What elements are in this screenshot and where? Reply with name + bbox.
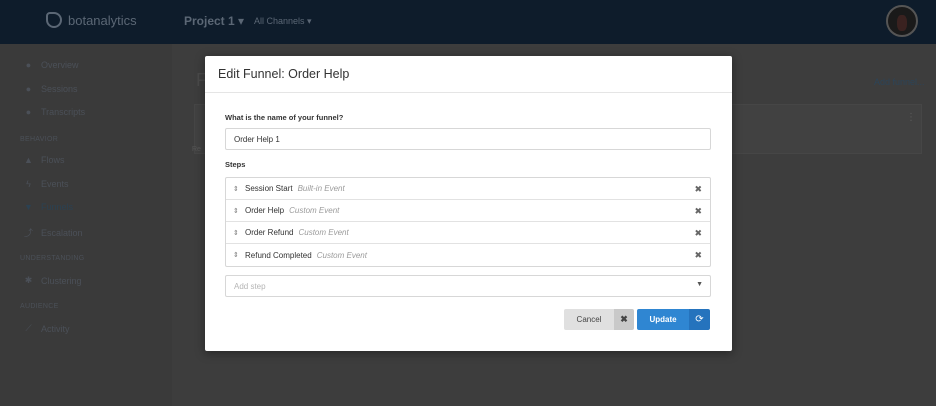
top-bar: botanalytics Project 1 ▾ All Channels ▾ (0, 0, 936, 44)
remove-icon[interactable]: ✖ (694, 250, 702, 261)
section-heading-behavior: BEHAVIOR (20, 136, 59, 143)
sidebar-item-label: Transcripts (41, 107, 86, 117)
remove-icon[interactable]: ✖ (694, 206, 702, 217)
sessions-icon: ● (25, 84, 32, 94)
close-icon: ✖ (614, 309, 634, 330)
overview-icon: ● (25, 60, 32, 70)
section-heading-audience: AUDIENCE (20, 303, 59, 310)
steps-label: Steps (225, 160, 246, 169)
add-step-select[interactable]: Add step ▼ (225, 275, 711, 297)
refresh-icon: ⟳ (689, 309, 710, 330)
step-type: Built-in Event (297, 184, 345, 193)
brand-name: botanalytics (68, 12, 137, 28)
sidebar-item-label: Clustering (41, 275, 82, 286)
drag-handle-icon[interactable]: ⇕ (233, 251, 243, 259)
drag-handle-icon[interactable]: ⇕ (233, 185, 243, 193)
cancel-label: Cancel (564, 309, 614, 330)
update-label: Update (637, 309, 689, 330)
step-name: Order Help (245, 206, 285, 215)
channel-selector[interactable]: All Channels ▾ (254, 16, 312, 27)
cancel-button[interactable]: Cancel ✖ (564, 309, 634, 330)
modal-title: Edit Funnel: Order Help (218, 67, 350, 81)
sidebar-item-clustering[interactable]: ✱ Clustering (24, 275, 82, 286)
chat-bubble-icon (46, 12, 62, 28)
steps-list: ⇕ Session Start Built-in Event ✖ ⇕ Order… (225, 177, 711, 267)
sidebar-item-label: Events (41, 179, 69, 189)
update-button[interactable]: Update ⟳ (637, 309, 710, 330)
sidebar-item-transcripts[interactable]: ● Transcripts (24, 107, 85, 117)
add-funnel-link[interactable]: Add funnel... (874, 77, 925, 87)
escalation-icon: ⤴ (24, 228, 34, 238)
sidebar-item-events[interactable]: ϟ Events (24, 179, 69, 189)
user-avatar[interactable] (886, 5, 918, 37)
funnel-name-input[interactable] (225, 128, 711, 150)
step-name: Order Refund (245, 228, 294, 237)
step-type: Custom Event (298, 228, 349, 237)
caret-down-icon: ▼ (696, 281, 703, 288)
funnel-name-label: What is the name of your funnel? (225, 113, 344, 122)
step-name: Refund Completed (245, 250, 312, 260)
funnel-icon: ▼ (24, 202, 33, 212)
sidebar-item-label: Overview (41, 60, 79, 70)
sidebar-item-label: Sessions (41, 84, 78, 94)
remove-icon[interactable]: ✖ (694, 228, 702, 239)
edit-funnel-modal: Edit Funnel: Order Help What is the name… (205, 56, 732, 351)
sidebar-item-funnels[interactable]: ▼ Funnels (24, 202, 73, 212)
transcripts-icon: ● (25, 107, 32, 117)
project-selector[interactable]: Project 1 ▾ (184, 14, 244, 28)
sidebar-item-label: Escalation (41, 227, 83, 238)
modal-body: What is the name of your funnel? Steps ⇕… (205, 93, 732, 297)
bolt-icon: ϟ (26, 179, 31, 189)
sidebar-item-overview[interactable]: ● Overview (24, 60, 79, 70)
flows-icon: ▲ (24, 155, 33, 165)
sidebar-item-flows[interactable]: ▲ Flows (24, 155, 65, 165)
remove-icon[interactable]: ✖ (694, 184, 702, 195)
asterisk-icon: ✱ (24, 275, 33, 285)
step-name: Session Start (245, 184, 293, 193)
more-options-icon[interactable]: ⋮ (906, 112, 916, 123)
add-step-placeholder: Add step (234, 282, 266, 291)
sidebar-item-label: Flows (41, 155, 65, 165)
sidebar: ● Overview ● Sessions ● Transcripts BEHA… (0, 44, 172, 406)
step-type: Custom Event (316, 250, 367, 260)
step-type: Custom Event (289, 206, 340, 215)
brand-logo[interactable]: botanalytics (46, 12, 137, 28)
section-heading-understanding: UNDERSTANDING (20, 255, 85, 262)
list-item[interactable]: ⇕ Order Help Custom Event ✖ (226, 200, 710, 222)
modal-actions: Cancel ✖ Update ⟳ (564, 309, 710, 330)
modal-header: Edit Funnel: Order Help (205, 56, 732, 93)
sidebar-item-label: Activity (41, 323, 70, 334)
list-item[interactable]: ⇕ Refund Completed Custom Event ✖ (226, 244, 710, 266)
line-chart-icon: ⟋ (25, 323, 32, 333)
funnel-card-tag: Re (192, 146, 201, 153)
drag-handle-icon[interactable]: ⇕ (233, 229, 243, 237)
drag-handle-icon[interactable]: ⇕ (233, 207, 243, 215)
sidebar-item-escalation[interactable]: ⤴ Escalation (24, 226, 83, 239)
sidebar-item-label: Funnels (41, 202, 74, 212)
sidebar-item-activity[interactable]: ⟋ Activity (24, 323, 70, 334)
list-item[interactable]: ⇕ Order Refund Custom Event ✖ (226, 222, 710, 244)
sidebar-item-sessions[interactable]: ● Sessions (24, 84, 78, 94)
list-item[interactable]: ⇕ Session Start Built-in Event ✖ (226, 178, 710, 200)
